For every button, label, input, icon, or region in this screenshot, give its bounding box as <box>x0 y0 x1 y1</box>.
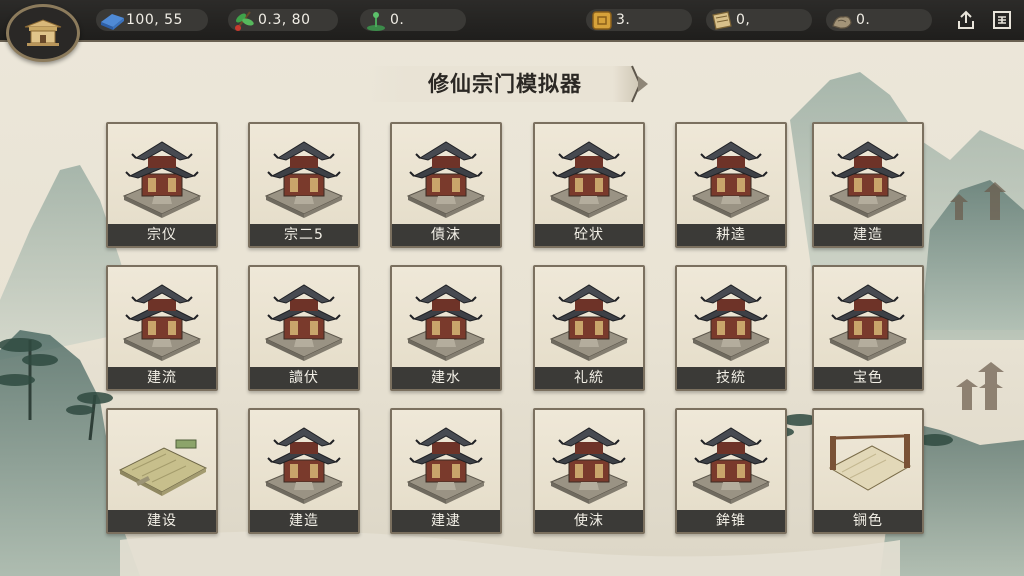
resource-gold[interactable]: 3. <box>586 9 692 31</box>
title-banner: 修仙宗门模拟器 <box>370 64 654 104</box>
gold-crate-icon <box>592 11 612 30</box>
building-card[interactable]: 砼状 <box>533 122 645 248</box>
resource-sprout-value: 0. <box>390 12 405 28</box>
building-label: 宗二5 <box>250 224 358 246</box>
building-card[interactable]: 礼統 <box>533 265 645 391</box>
building-art <box>683 416 779 506</box>
building-art <box>114 416 210 506</box>
building-label: 鉾锥 <box>677 510 785 532</box>
pavilion-icon <box>549 284 629 361</box>
building-label: 債沫 <box>392 224 500 246</box>
building-card[interactable]: 建设 <box>106 408 218 534</box>
menu-button[interactable] <box>990 8 1014 32</box>
pavilion-icon <box>828 141 908 218</box>
building-label: 建设 <box>108 510 216 532</box>
building-card[interactable]: 讀伏 <box>248 265 360 391</box>
building-label: 砼状 <box>535 224 643 246</box>
resource-jade-value: 100, 55 <box>126 12 183 28</box>
pavilion-icon <box>828 284 908 361</box>
resource-gold-value: 3. <box>616 12 631 28</box>
building-art <box>256 273 352 363</box>
resource-herb-value: 0.3, 80 <box>258 12 311 28</box>
building-card[interactable]: 宝色 <box>812 265 924 391</box>
share-icon <box>958 10 974 29</box>
building-card[interactable]: 技統 <box>675 265 787 391</box>
building-card[interactable]: 建水 <box>390 265 502 391</box>
building-card[interactable]: 債沫 <box>390 122 502 248</box>
building-label: 建造 <box>814 224 922 246</box>
pavilion-icon <box>122 141 202 218</box>
pavilion-icon <box>122 284 202 361</box>
building-label: 建逮 <box>392 510 500 532</box>
building-art <box>114 273 210 363</box>
building-art <box>541 130 637 220</box>
building-label: 宝色 <box>814 367 922 389</box>
building-art <box>683 273 779 363</box>
building-label: 建造 <box>250 510 358 532</box>
pavilion-icon <box>264 427 344 504</box>
resource-scroll[interactable]: 0, <box>706 9 812 31</box>
top-resource-bar: 100, 55 0.3, 80 0. 3. 0, 0. <box>0 0 1024 42</box>
building-card[interactable]: 耕逵 <box>675 122 787 248</box>
herb-icon <box>235 11 254 31</box>
jade-ingot-icon <box>101 14 124 30</box>
building-card[interactable]: 宗仪 <box>106 122 218 248</box>
pavilion-icon <box>406 284 486 361</box>
building-art <box>398 130 494 220</box>
menu-icon <box>993 11 1011 29</box>
home-button[interactable] <box>6 4 80 62</box>
building-label: 建水 <box>392 367 500 389</box>
building-label: 技統 <box>677 367 785 389</box>
building-card[interactable]: 使沫 <box>533 408 645 534</box>
share-button[interactable] <box>954 8 978 32</box>
building-art <box>683 130 779 220</box>
resource-jade[interactable]: 100, 55 <box>96 9 208 31</box>
building-card[interactable]: 建流 <box>106 265 218 391</box>
building-art <box>820 273 916 363</box>
building-card[interactable]: 建造 <box>812 122 924 248</box>
pavilion-icon <box>406 141 486 218</box>
building-card[interactable]: 建造 <box>248 408 360 534</box>
building-label: 建流 <box>108 367 216 389</box>
resource-stone-value: 0. <box>856 12 871 28</box>
building-art <box>541 416 637 506</box>
pavilion-icon <box>264 284 344 361</box>
building-art <box>256 130 352 220</box>
resource-sprout[interactable]: 0. <box>360 9 466 31</box>
building-card[interactable]: 建逮 <box>390 408 502 534</box>
building-card[interactable]: 宗二5 <box>248 122 360 248</box>
building-label: 讀伏 <box>250 367 358 389</box>
building-art <box>541 273 637 363</box>
pavilion-icon <box>549 141 629 218</box>
building-card[interactable]: 鉾锥 <box>675 408 787 534</box>
building-art <box>114 130 210 220</box>
empty-plot-icon <box>118 439 208 496</box>
building-label: 礼統 <box>535 367 643 389</box>
scroll-plot-icon <box>828 434 912 491</box>
building-label: 使沫 <box>535 510 643 532</box>
building-art <box>820 416 916 506</box>
sect-gate-icon <box>24 19 62 46</box>
pavilion-icon <box>691 284 771 361</box>
building-art <box>820 130 916 220</box>
stone-ore-icon <box>832 16 852 29</box>
page-title: 修仙宗门模拟器 <box>428 71 582 96</box>
scroll-bundle-icon <box>712 11 732 30</box>
pavilion-icon <box>549 427 629 504</box>
spirit-sprout-icon <box>367 12 385 31</box>
pavilion-icon <box>264 141 344 218</box>
pavilion-icon <box>406 427 486 504</box>
building-label: 宗仪 <box>108 224 216 246</box>
resource-scroll-value: 0, <box>736 12 751 28</box>
building-card[interactable]: 锎色 <box>812 408 924 534</box>
building-label: 耕逵 <box>677 224 785 246</box>
building-label: 锎色 <box>814 510 922 532</box>
building-art <box>398 273 494 363</box>
resource-stone[interactable]: 0. <box>826 9 932 31</box>
pavilion-icon <box>691 427 771 504</box>
building-art <box>398 416 494 506</box>
resource-herb[interactable]: 0.3, 80 <box>228 9 338 31</box>
pavilion-icon <box>691 141 771 218</box>
building-art <box>256 416 352 506</box>
